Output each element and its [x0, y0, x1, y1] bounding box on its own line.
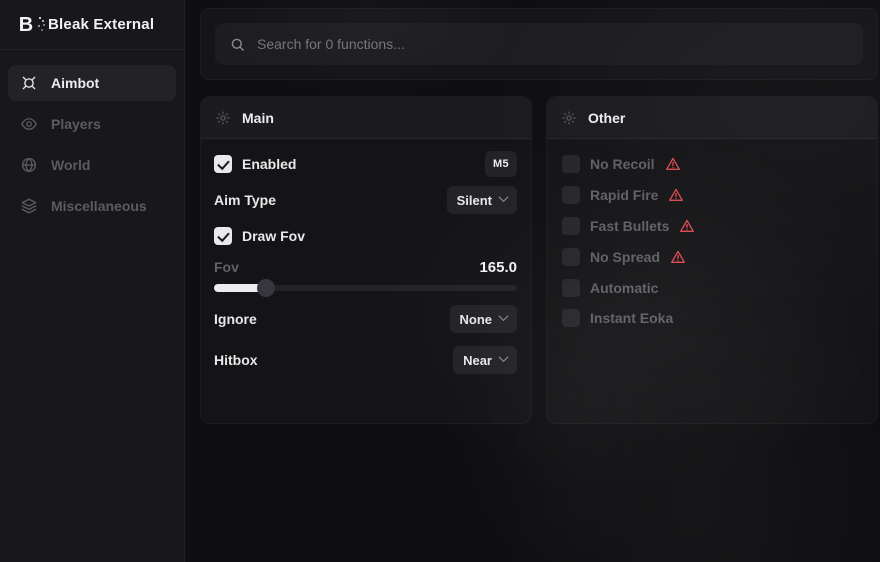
chevron-down-icon	[499, 192, 509, 202]
gear-icon	[215, 110, 231, 126]
rapid-fire-label: Rapid Fire	[590, 187, 658, 203]
gear-icon	[561, 110, 577, 126]
warning-icon	[679, 218, 695, 234]
fast-bullets-checkbox[interactable]	[562, 217, 580, 235]
automatic-checkbox[interactable]	[562, 279, 580, 297]
aim-type-label: Aim Type	[214, 192, 276, 208]
chevron-down-icon	[499, 352, 509, 362]
instant-eoka-checkbox[interactable]	[562, 309, 580, 327]
sidebar-nav: Aimbot Players World Miscellaneous	[8, 65, 176, 224]
sidebar-item-aimbot[interactable]: Aimbot	[8, 65, 176, 101]
instant-eoka-label: Instant Eoka	[590, 310, 673, 326]
other-panel-body: No Recoil Rapid Fire Fast Bullets No Spr…	[547, 139, 877, 424]
rapid-fire-checkbox[interactable]	[562, 186, 580, 204]
ignore-row: Ignore None	[214, 305, 517, 333]
fov-value: 165.0	[479, 259, 517, 276]
sidebar-item-miscellaneous[interactable]: Miscellaneous	[8, 188, 176, 224]
crosshair-icon	[20, 74, 38, 92]
enabled-label: Enabled	[242, 156, 296, 172]
keybind-button[interactable]: M5	[485, 151, 517, 177]
app-title: Bleak External	[48, 16, 154, 33]
panel-title: Other	[588, 110, 625, 126]
draw-fov-checkbox[interactable]	[214, 227, 232, 245]
no-spread-checkbox[interactable]	[562, 248, 580, 266]
sidebar-item-label: Aimbot	[51, 75, 99, 91]
hitbox-value: Near	[463, 353, 492, 368]
ignore-value: None	[460, 312, 493, 327]
main-panel: Main Enabled M5 Aim Type Silent Draw Fov…	[200, 96, 532, 424]
automatic-row[interactable]: Automatic	[562, 275, 863, 301]
globe-icon	[20, 156, 38, 174]
sidebar-item-label: World	[51, 157, 90, 173]
main-panel-header: Main	[201, 97, 531, 139]
no-spread-row[interactable]: No Spread	[562, 244, 863, 270]
warning-icon	[665, 156, 681, 172]
aim-type-row: Aim Type Silent	[214, 186, 517, 214]
layers-icon	[20, 197, 38, 215]
sidebar: B Bleak External Aimbot Players World M	[0, 0, 185, 562]
hitbox-row: Hitbox Near	[214, 346, 517, 374]
fast-bullets-row[interactable]: Fast Bullets	[562, 213, 863, 239]
search-card: Search for 0 functions...	[200, 8, 878, 80]
hitbox-label: Hitbox	[214, 352, 258, 368]
warning-icon	[668, 187, 684, 203]
instant-eoka-row[interactable]: Instant Eoka	[562, 305, 863, 331]
panel-title: Main	[242, 110, 274, 126]
app-logo-icon: B	[15, 13, 37, 37]
draw-fov-row[interactable]: Draw Fov	[214, 223, 517, 249]
eye-icon	[20, 115, 38, 133]
search-icon	[229, 36, 246, 53]
fov-row: Fov 165.0	[214, 257, 517, 277]
aim-type-dropdown[interactable]: Silent	[447, 186, 517, 214]
no-recoil-label: No Recoil	[590, 156, 655, 172]
enabled-checkbox[interactable]	[214, 155, 232, 173]
fov-slider[interactable]	[214, 279, 517, 297]
automatic-label: Automatic	[590, 280, 658, 296]
sidebar-item-world[interactable]: World	[8, 147, 176, 183]
draw-fov-label: Draw Fov	[242, 228, 305, 244]
chevron-down-icon	[499, 311, 509, 321]
fast-bullets-label: Fast Bullets	[590, 218, 669, 234]
fov-label: Fov	[214, 259, 239, 275]
warning-icon	[670, 249, 686, 265]
hitbox-dropdown[interactable]: Near	[453, 346, 517, 374]
ignore-dropdown[interactable]: None	[450, 305, 518, 333]
search-input[interactable]: Search for 0 functions...	[215, 23, 863, 65]
search-placeholder: Search for 0 functions...	[257, 36, 405, 52]
sidebar-item-players[interactable]: Players	[8, 106, 176, 142]
sidebar-item-label: Miscellaneous	[51, 198, 147, 214]
no-recoil-checkbox[interactable]	[562, 155, 580, 173]
rapid-fire-row[interactable]: Rapid Fire	[562, 182, 863, 208]
aim-type-value: Silent	[457, 193, 492, 208]
enabled-row[interactable]: Enabled M5	[214, 151, 517, 177]
no-spread-label: No Spread	[590, 249, 660, 265]
sidebar-header: B Bleak External	[0, 0, 184, 50]
other-panel: Other No Recoil Rapid Fire Fast Bullets …	[546, 96, 878, 424]
sidebar-item-label: Players	[51, 116, 101, 132]
ignore-label: Ignore	[214, 311, 257, 327]
other-panel-header: Other	[547, 97, 877, 139]
no-recoil-row[interactable]: No Recoil	[562, 151, 863, 177]
slider-thumb[interactable]	[257, 279, 275, 297]
main-panel-body: Enabled M5 Aim Type Silent Draw Fov Fov …	[201, 139, 531, 424]
